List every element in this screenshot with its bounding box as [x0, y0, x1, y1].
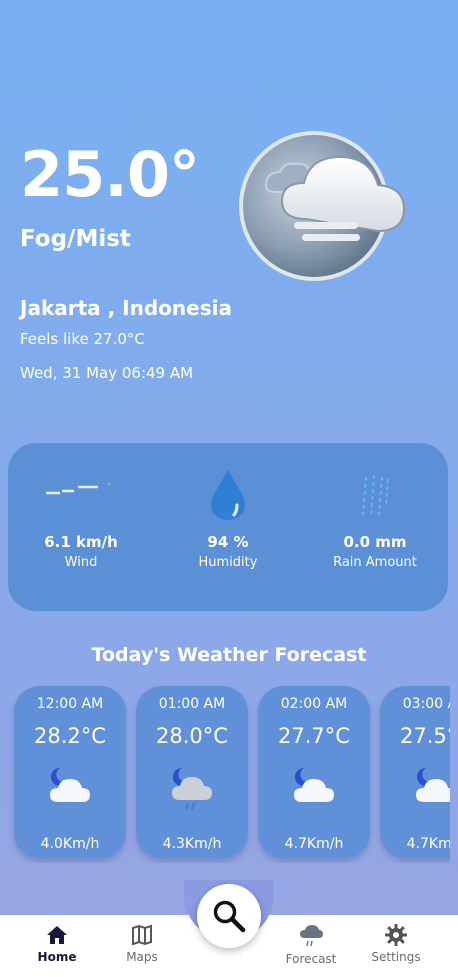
hour-wind: 4.3Km/h: [162, 836, 222, 852]
humidity-label: Humidity: [198, 555, 258, 570]
hour-wind: 4.7Km/h: [284, 836, 344, 852]
storm-cloud-icon: [300, 925, 323, 947]
hour-card[interactable]: 01:00 AM 28.0°C 4.3Km/h: [136, 686, 248, 858]
hour-card[interactable]: 12:00 AM 28.2°C 4.0Km/h: [14, 686, 126, 858]
hour-temp: 28.2°C: [34, 724, 106, 748]
hour-time: 12:00 AM: [36, 696, 104, 712]
wind-icon: [46, 475, 116, 503]
stat-rain: 0.0 mm Rain Amount: [302, 443, 448, 611]
moon-rain-cloud-icon: [170, 766, 214, 816]
moon-cloud-icon: [292, 766, 336, 810]
hour-card[interactable]: 03:00 AM 27.5°C 4.7Km/h: [380, 686, 450, 858]
nav-forecast[interactable]: Forecast: [273, 923, 349, 966]
nav-forecast-label: Forecast: [285, 952, 337, 966]
hour-card[interactable]: 02:00 AM 27.7°C 4.7Km/h: [258, 686, 370, 858]
wind-label: Wind: [64, 555, 98, 570]
weather-condition: Fog/Mist: [20, 226, 131, 252]
nav-maps-label: Maps: [126, 950, 158, 964]
home-icon: [47, 926, 67, 944]
nav-settings-label: Settings: [371, 950, 421, 964]
rain-value: 0.0 mm: [343, 533, 407, 551]
moon-cloud-icon: [48, 766, 92, 810]
map-icon: [132, 924, 152, 946]
hour-time: 01:00 AM: [158, 696, 226, 712]
hour-time: 02:00 AM: [280, 696, 348, 712]
rain-label: Rain Amount: [333, 555, 417, 570]
moon-cloud-icon: [414, 766, 450, 810]
hour-temp: 27.7°C: [278, 724, 350, 748]
hour-time: 03:00 AM: [402, 696, 450, 712]
nav-settings[interactable]: Settings: [358, 923, 434, 964]
fog-mist-cloud-icon: [236, 124, 414, 286]
wind-value: 6.1 km/h: [44, 533, 118, 551]
search-button[interactable]: [197, 884, 261, 948]
nav-home-label: Home: [37, 950, 77, 964]
feels-like: Feels like 27.0°C: [20, 330, 145, 348]
search-icon: [213, 900, 246, 933]
nav-maps[interactable]: Maps: [104, 923, 180, 964]
hour-wind: 4.7Km/h: [406, 836, 450, 852]
forecast-title: Today's Weather Forecast: [91, 644, 367, 666]
weather-stats-card: 6.1 km/h Wind 94 % Humidity 0.0 mm Rain …: [8, 443, 448, 611]
humidity-value: 94 %: [207, 533, 249, 551]
current-temperature: 25.0°: [20, 138, 200, 211]
hour-temp: 28.0°C: [156, 724, 228, 748]
hour-temp: 27.5°C: [400, 724, 450, 748]
hour-wind: 4.0Km/h: [40, 836, 100, 852]
water-drop-icon: [208, 467, 248, 525]
stat-humidity: 94 % Humidity: [155, 443, 301, 611]
hourly-forecast-list[interactable]: 12:00 AM 28.2°C 4.0Km/h 01:00 AM 28.0°C …: [0, 683, 450, 863]
stat-wind: 6.1 km/h Wind: [8, 443, 154, 611]
date-time: Wed, 31 May 06:49 AM: [20, 364, 194, 382]
nav-home[interactable]: Home: [19, 923, 95, 964]
gear-icon: [385, 924, 407, 946]
rain-icon: [360, 474, 390, 523]
location-name: Jakarta , Indonesia: [20, 296, 232, 320]
